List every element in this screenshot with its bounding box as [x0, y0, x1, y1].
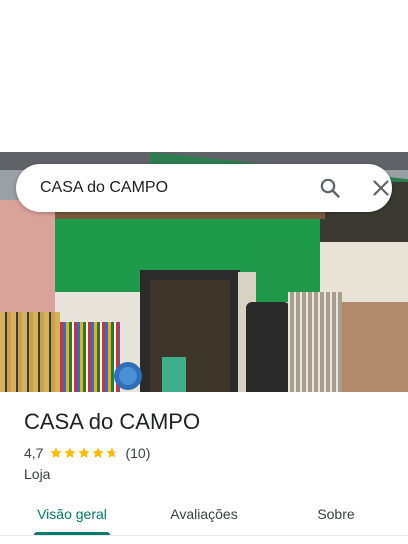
tab-about[interactable]: Sobre [296, 494, 376, 534]
search-icon[interactable] [318, 176, 342, 200]
photo-bin [246, 302, 290, 392]
tab-overview[interactable]: Visão geral [24, 494, 120, 534]
photo-tools [60, 322, 120, 392]
search-bar[interactable]: CASA do CAMPO [16, 164, 392, 212]
rating-value: 4,7 [24, 445, 44, 461]
star-icon [50, 447, 63, 458]
tabs-divider [0, 535, 408, 536]
rating-row[interactable]: 4,7 (10) [24, 444, 150, 462]
search-icon-graphic [320, 178, 340, 198]
photo-brick-wall [342, 302, 408, 392]
map-blank-area [0, 0, 408, 152]
search-query[interactable]: CASA do CAMPO [40, 164, 168, 212]
photo-stool [162, 357, 186, 392]
close-icon[interactable] [369, 176, 393, 200]
star-icon [64, 447, 77, 458]
star-half-icon [106, 447, 119, 458]
star-icon [78, 447, 91, 458]
place-category: Loja [24, 466, 51, 482]
place-tabs: Visão geral Avaliações Sobre [0, 494, 408, 538]
close-icon-graphic [373, 180, 389, 196]
photo-hose [114, 362, 142, 390]
star-icon [92, 447, 105, 458]
rating-stars [49, 446, 119, 460]
photo-brooms [0, 312, 60, 392]
tab-reviews[interactable]: Avaliações [156, 494, 252, 534]
place-title: CASA do CAMPO [24, 409, 201, 434]
review-count: (10) [125, 445, 151, 461]
photo-bird-cage [288, 292, 342, 392]
